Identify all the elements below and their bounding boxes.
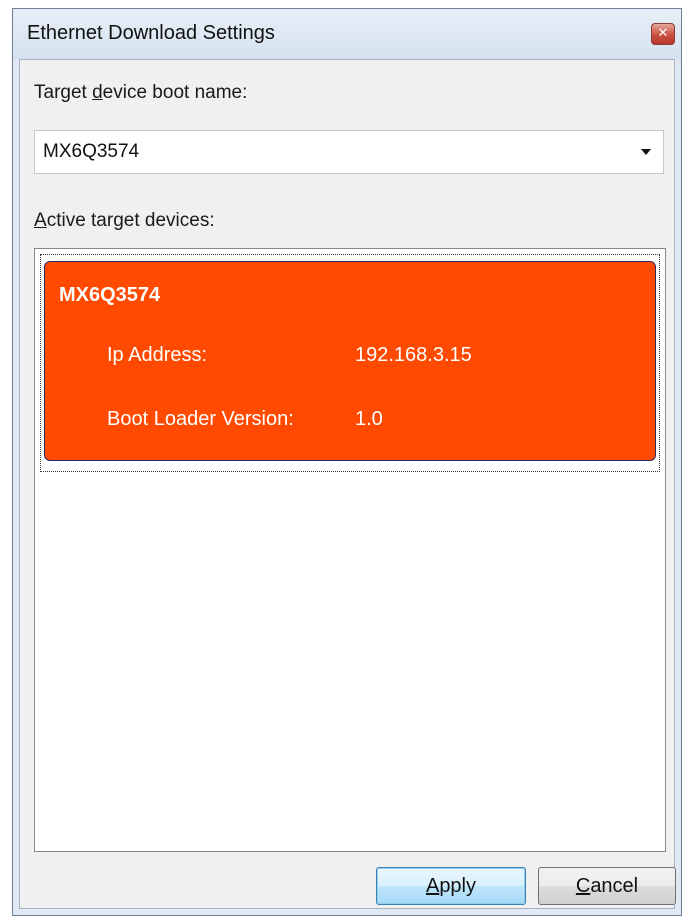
window-title: Ethernet Download Settings — [27, 22, 275, 44]
dialog-window: Ethernet Download Settings ✕ Target devi… — [12, 8, 682, 916]
dropdown-arrow-icon[interactable] — [641, 149, 651, 155]
title-bar[interactable]: Ethernet Download Settings ✕ — [13, 9, 681, 59]
apply-button[interactable]: Apply — [376, 867, 526, 905]
ip-address-label: Ip Address: — [107, 344, 208, 366]
active-devices-label: Active target devices: — [34, 210, 215, 231]
ip-address-value: 192.168.3.15 — [355, 344, 472, 366]
device-name: MX6Q3574 — [59, 284, 161, 306]
close-icon: ✕ — [657, 25, 669, 40]
boot-loader-version-value: 1.0 — [355, 408, 383, 430]
dialog-body: Target device boot name: MX6Q3574 Active… — [19, 59, 676, 909]
close-button[interactable]: ✕ — [651, 23, 675, 45]
active-devices-list[interactable]: MX6Q3574 Ip Address: 192.168.3.15 Boot L… — [34, 248, 666, 852]
boot-loader-version-label: Boot Loader Version: — [107, 408, 294, 430]
boot-name-combobox[interactable]: MX6Q3574 — [34, 130, 664, 174]
boot-name-value: MX6Q3574 — [43, 141, 140, 162]
boot-name-label: Target device boot name: — [34, 82, 248, 103]
device-list-item[interactable]: MX6Q3574 Ip Address: 192.168.3.15 Boot L… — [44, 261, 656, 461]
cancel-button[interactable]: Cancel — [538, 867, 676, 905]
